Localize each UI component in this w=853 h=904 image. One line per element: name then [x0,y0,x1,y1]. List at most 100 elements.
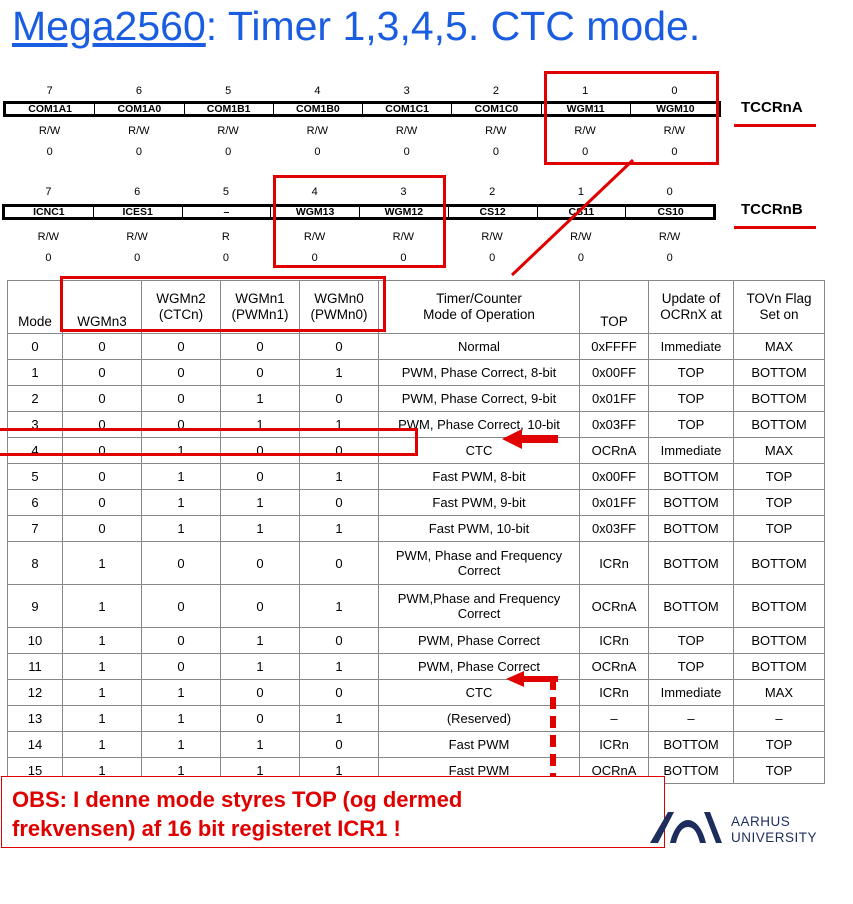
tccrna-rw: R/W [306,125,329,137]
tccrnb-bits: 5 [222,186,229,198]
table-cell: BOTTOM [733,385,825,412]
table-cell: PWM,Phase and Frequency Correct [378,584,580,628]
table-cell: BOTTOM [733,411,825,438]
table-cell: 1 [62,541,142,585]
table-row: 6 0 1 1 0 Fast PWM, 9-bit 0x01FF BOTTOM TOP [7,489,825,516]
table-cell: 0 [299,731,379,758]
table-cell: BOTTOM [648,463,734,490]
table-cell: BOTTOM [648,541,734,585]
table-cell: OCRnA [579,584,649,628]
table-row: 13 1 1 0 1 (Reserved) – – – [7,705,825,732]
tccrna-bit-name: COM1B1 [185,104,274,115]
tccrnb-bit-name: ICNC1 [5,207,94,218]
table-cell: Immediate [648,679,734,706]
mode4-row-highlight [0,428,418,456]
table-cell: 8 [7,541,63,585]
table-cell: – [579,705,649,732]
table-cell: 0 [62,359,142,386]
table-cell: 1 [220,731,300,758]
tccrna-bit-name: COM1C0 [452,104,542,115]
table-cell: 9 [7,584,63,628]
table-cell: TOP [648,653,734,680]
table-cell: 1 [299,584,379,628]
table-cell: MAX [733,333,825,360]
table-cell: 0 [7,333,63,360]
tccrna-init: 0 [314,146,321,158]
tccrnb-rw: R/W [126,231,148,243]
table-cell: MAX [733,437,825,464]
table-cell: TOP [733,489,825,516]
table-cell: BOTTOM [733,653,825,680]
table-cell: OCRnA [579,437,649,464]
table-cell: 0 [220,705,300,732]
tccrna-bit-name: COM1B0 [274,104,363,115]
column-header: Update of OCRnX at [648,280,734,334]
obs-note-line1: OBS: I denne mode styres TOP (og dermed [12,787,463,812]
wgm13-wgm12-highlight [273,175,446,268]
logo-line1: AARHUS [731,814,791,829]
table-cell: 0 [62,385,142,412]
table-cell: 0 [141,333,221,360]
table-cell: 11 [7,653,63,680]
table-cell: 0 [62,515,142,542]
table-cell: TOP [648,359,734,386]
table-cell: TOP [733,463,825,490]
table-cell: 0 [141,359,221,386]
aarhus-university-logo-text: AARHUS UNIVERSITY [731,814,817,846]
table-cell: 13 [7,705,63,732]
tccrna-bits: 7 [46,85,53,97]
table-cell: 1 [299,515,379,542]
connector-line [510,158,635,277]
table-cell: TOP [648,385,734,412]
tccrna-bit-name: COM1A1 [6,104,96,115]
table-cell: ICRn [579,541,649,585]
table-cell: 0x01FF [579,385,649,412]
table-cell: 1 [220,627,300,654]
table-cell: – [648,705,734,732]
tccrna-init: 0 [46,146,53,158]
aarhus-university-logo-icon [650,812,722,843]
table-cell: 0 [299,627,379,654]
tccrna-bits: 4 [314,85,321,97]
table-cell: Normal [378,333,580,360]
table-cell: 6 [7,489,63,516]
table-row: 1 0 0 0 1 PWM, Phase Correct, 8-bit 0x00FF TOP B… [7,359,825,386]
table-cell: 0x03FF [579,515,649,542]
tccrnb-bits: 6 [134,186,141,198]
table-cell: 1 [220,653,300,680]
table-row: 8 1 0 0 0 PWM, Phase and Frequency Correct ICR… [7,541,825,585]
table-cell: BOTTOM [733,359,825,386]
table-cell: PWM, Phase Correct, 8-bit [378,359,580,386]
table-row: 5 0 1 0 1 Fast PWM, 8-bit 0x00FF BOTTOM TOP [7,463,825,490]
table-row: 12 1 1 0 0 CTC ICRn Immediate MAX [7,679,825,706]
table-cell: 1 [141,679,221,706]
table-cell: 0 [62,489,142,516]
arrow-left-icon [502,429,558,449]
title-link[interactable]: Mega2560 [12,3,206,49]
table-cell: ICRn [579,679,649,706]
table-cell: 1 [141,705,221,732]
table-cell: BOTTOM [733,541,825,585]
table-cell: 5 [7,463,63,490]
table-cell: 0x00FF [579,463,649,490]
table-cell: 0 [220,463,300,490]
logo-line2: UNIVERSITY [731,830,818,845]
table-cell: 1 [62,679,142,706]
column-header: TOVn Flag Set on [733,280,825,334]
table-cell: PWM, Phase Correct [378,627,580,654]
table-cell: 0 [220,541,300,585]
tccrna-bit-name: COM1A0 [95,104,185,115]
table-cell: 0 [141,653,221,680]
tccrnb-rw: R [221,231,230,243]
table-cell: 1 [299,653,379,680]
wgm11-wgm10-highlight [544,71,719,165]
table-cell: ICRn [579,731,649,758]
tccrnb-init: 0 [134,252,141,264]
tccrnb-init: 0 [45,252,52,264]
table-cell: ICRn [579,627,649,654]
table-cell: 1 [62,731,142,758]
table-cell: 1 [299,463,379,490]
table-cell: 0 [62,463,142,490]
table-cell: 0 [141,584,221,628]
table-cell: 1 [62,584,142,628]
